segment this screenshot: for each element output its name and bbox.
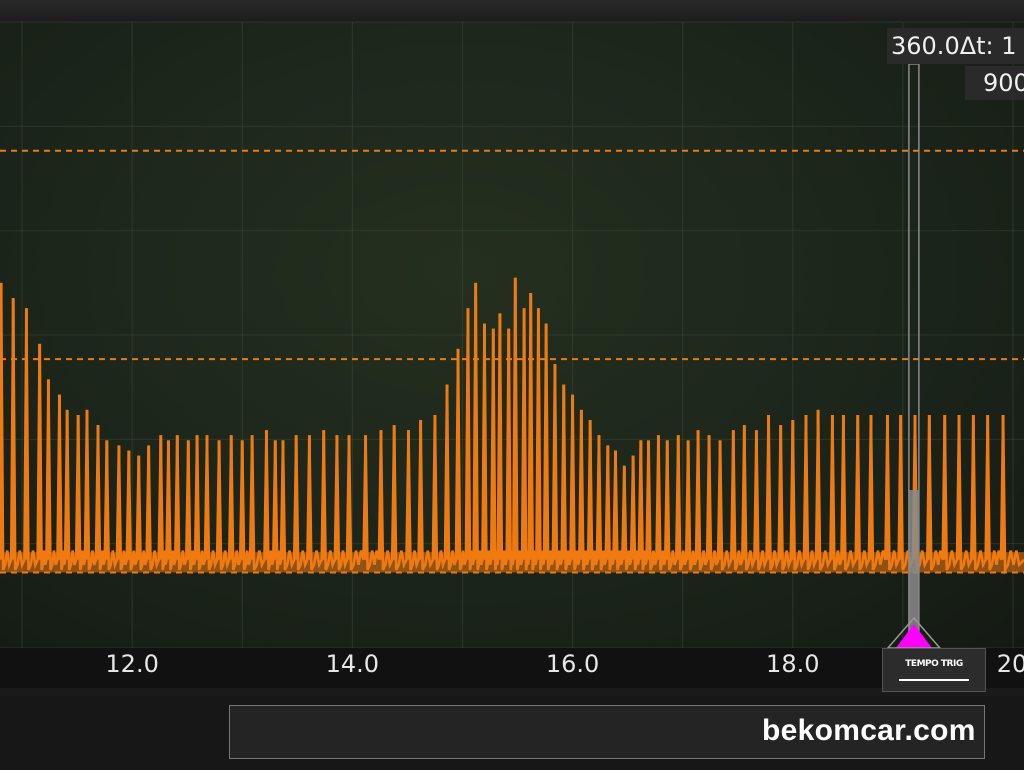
cursor-marker-icon	[895, 624, 932, 648]
cursor-readout: 360.0Δt: 1	[887, 28, 1024, 64]
cursor-gauge	[908, 490, 919, 630]
cursor-readout-text: 360.0Δt: 1	[891, 32, 1017, 60]
watermark-text: bekomcar.com	[762, 714, 976, 747]
trace-layer	[0, 277, 1024, 575]
cursor-level-text: 900	[983, 69, 1024, 97]
x-tick-label: 16.0	[545, 650, 600, 678]
cursor-level-readout: 900	[965, 66, 1024, 100]
x-tick-label: 12.0	[105, 650, 159, 678]
scope-app: 12.0 14.0 16.0 18.0 20 360.0Δt: 1 900 TEMPO …	[0, 0, 1024, 770]
cursor-handle-icon: TEMPO TRIG	[899, 659, 969, 681]
x-tick-label: 20	[996, 650, 1024, 678]
x-tick-label: 14.0	[325, 650, 380, 678]
x-tick-label: 18.0	[766, 650, 820, 678]
cursor-handle-button[interactable]: TEMPO TRIG	[882, 648, 986, 692]
